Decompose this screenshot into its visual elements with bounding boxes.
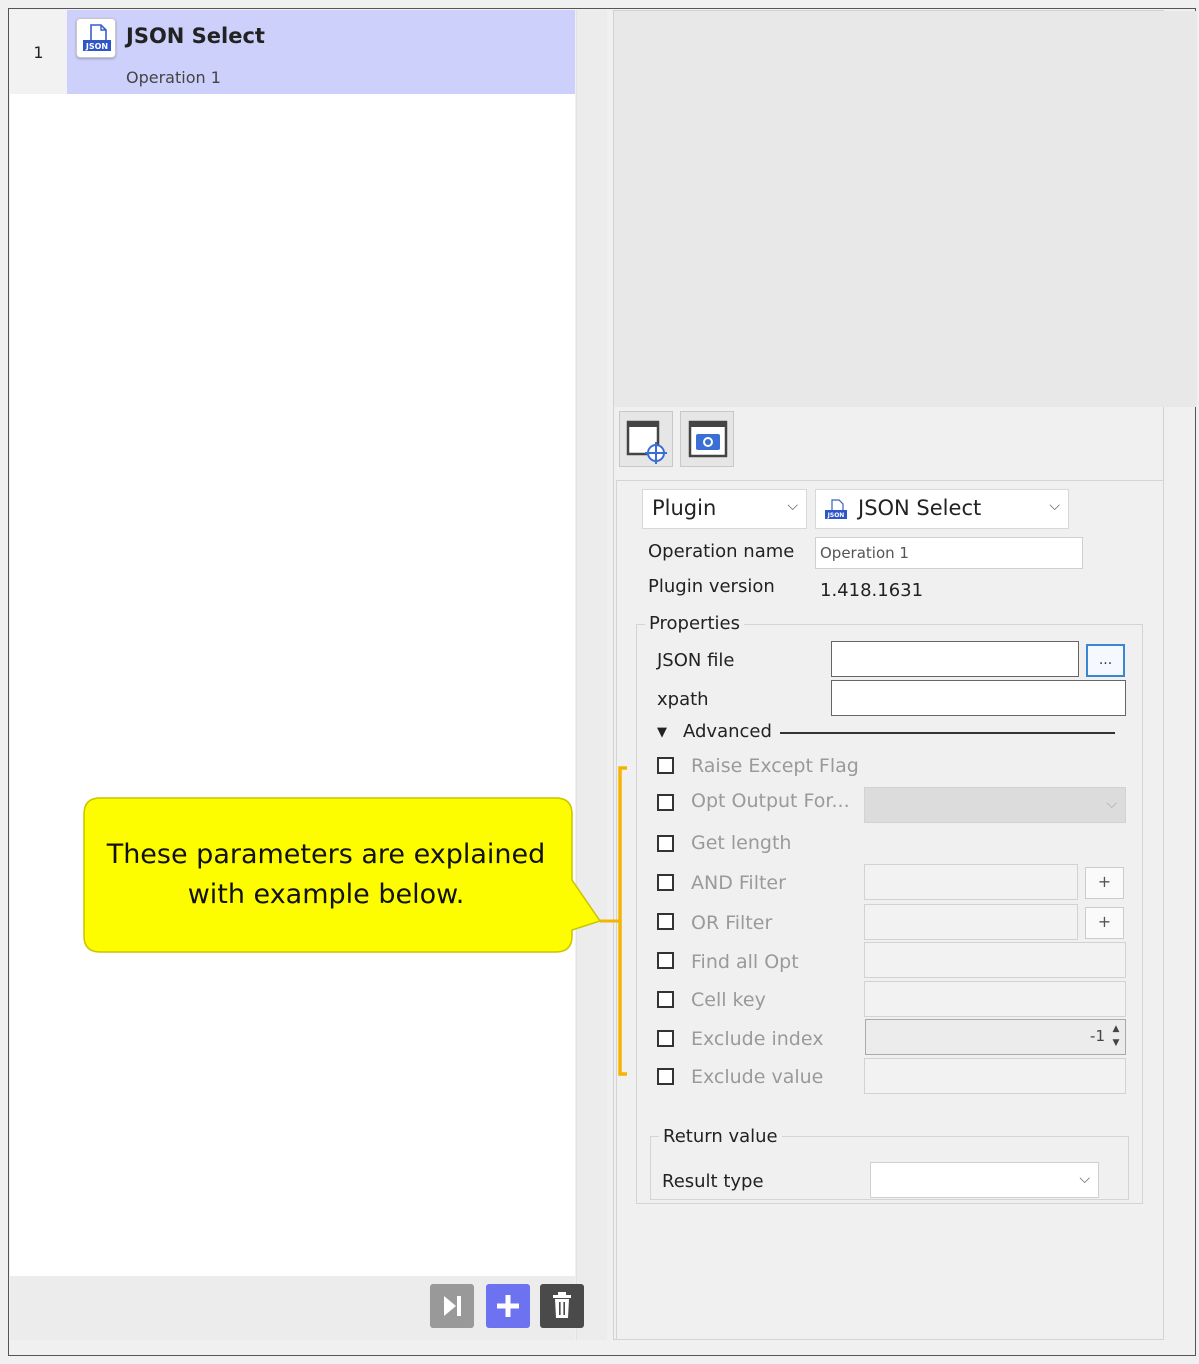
chevron-down-icon: ⌵ <box>1106 796 1117 812</box>
find-all-opt-input[interactable] <box>864 942 1126 978</box>
raise-except-flag-label: Raise Except Flag <box>691 755 859 777</box>
splitter[interactable] <box>576 10 607 1340</box>
json-file-input[interactable] <box>831 641 1079 677</box>
trash-icon <box>553 1292 571 1318</box>
operation-name-input[interactable]: Operation 1 <box>815 537 1083 569</box>
plugin-version-value: 1.418.1631 <box>820 580 924 601</box>
skip-button[interactable] <box>430 1284 474 1328</box>
find-all-opt-label: Find all Opt <box>691 951 799 973</box>
or-filter-input[interactable] <box>864 904 1078 940</box>
properties-legend: Properties <box>645 613 744 634</box>
skip-forward-icon <box>444 1296 461 1316</box>
checkbox-raise-except-flag[interactable] <box>657 757 674 774</box>
json-file-label: JSON file <box>657 650 735 671</box>
plugin-version-label: Plugin version <box>648 576 775 597</box>
window-camera-icon <box>688 420 728 458</box>
return-value-legend: Return value <box>659 1126 782 1147</box>
callout-text: These parameters are explained with exam… <box>86 835 566 915</box>
exclude-value-label: Exclude value <box>691 1066 824 1088</box>
or-filter-add-button[interactable]: + <box>1085 907 1124 939</box>
exclude-index-label: Exclude index <box>691 1028 824 1050</box>
plugin-select-value: JSON Select <box>858 496 982 520</box>
svg-text:JSON: JSON <box>827 512 845 519</box>
add-button[interactable] <box>486 1284 530 1328</box>
svg-text:JSON: JSON <box>85 42 108 51</box>
chevron-down-icon: ⌵ <box>1049 498 1060 514</box>
plus-icon <box>497 1295 519 1317</box>
cell-key-label: Cell key <box>691 989 766 1011</box>
window-target-icon <box>626 420 667 464</box>
checkbox-exclude-value[interactable] <box>657 1068 674 1085</box>
checkbox-opt-output[interactable] <box>657 794 674 811</box>
operation-item[interactable]: JSON JSON Select Operation 1 <box>67 10 575 94</box>
exclude-value-input[interactable] <box>864 1058 1126 1094</box>
or-filter-label: OR Filter <box>691 912 773 934</box>
delete-button[interactable] <box>540 1284 584 1328</box>
checkbox-and-filter[interactable] <box>657 874 674 891</box>
checkbox-get-length[interactable] <box>657 835 674 852</box>
xpath-input[interactable] <box>831 680 1126 716</box>
checkbox-find-all-opt[interactable] <box>657 952 674 969</box>
preview-area <box>614 11 1197 407</box>
callout-line-2: with example below. <box>187 879 465 910</box>
advanced-divider <box>780 732 1115 734</box>
spin-arrows-icon[interactable]: ▲ ▼ <box>1109 1022 1123 1052</box>
result-type-label: Result type <box>662 1171 764 1192</box>
advanced-label[interactable]: Advanced <box>683 721 772 742</box>
browse-button[interactable]: ... <box>1086 644 1125 677</box>
checkbox-exclude-index[interactable] <box>657 1030 674 1047</box>
select-window-button[interactable] <box>619 411 673 467</box>
exclude-index-value: -1 <box>1090 1027 1105 1045</box>
operation-title: JSON Select <box>126 24 265 48</box>
json-file-icon: JSON <box>825 499 847 519</box>
callout-line-1: These parameters are explained <box>106 839 546 870</box>
and-filter-label: AND Filter <box>691 872 786 894</box>
and-filter-input[interactable] <box>864 864 1078 900</box>
cell-key-input[interactable] <box>864 981 1126 1017</box>
checkbox-or-filter[interactable] <box>657 913 674 930</box>
operation-number: 1 <box>10 10 67 94</box>
plugin-select[interactable]: JSON JSON Select ⌵ <box>815 489 1069 529</box>
type-select[interactable]: Plugin ⌵ <box>642 489 807 529</box>
operation-list: 1 JSON JSON Select Operation 1 <box>10 10 575 1276</box>
exclude-index-spinbox[interactable]: -1 ▲ ▼ <box>865 1019 1126 1055</box>
checkbox-cell-key[interactable] <box>657 991 674 1008</box>
chevron-down-icon: ⌵ <box>787 498 798 514</box>
json-file-icon: JSON <box>76 18 116 58</box>
screenshot-button[interactable] <box>680 411 734 467</box>
opt-output-select[interactable]: ⌵ <box>864 787 1126 823</box>
result-type-select[interactable]: ⌵ <box>870 1162 1099 1198</box>
xpath-label: xpath <box>657 689 709 710</box>
operation-name-label: Operation name <box>648 541 795 562</box>
operation-subtitle: Operation 1 <box>126 68 221 87</box>
get-length-label: Get length <box>691 832 792 854</box>
opt-output-label: Opt Output For... <box>691 790 850 812</box>
and-filter-add-button[interactable]: + <box>1085 867 1124 899</box>
collapse-triangle-icon[interactable]: ▼ <box>657 725 667 740</box>
chevron-down-icon: ⌵ <box>1079 1171 1090 1187</box>
type-select-value: Plugin <box>652 496 717 520</box>
